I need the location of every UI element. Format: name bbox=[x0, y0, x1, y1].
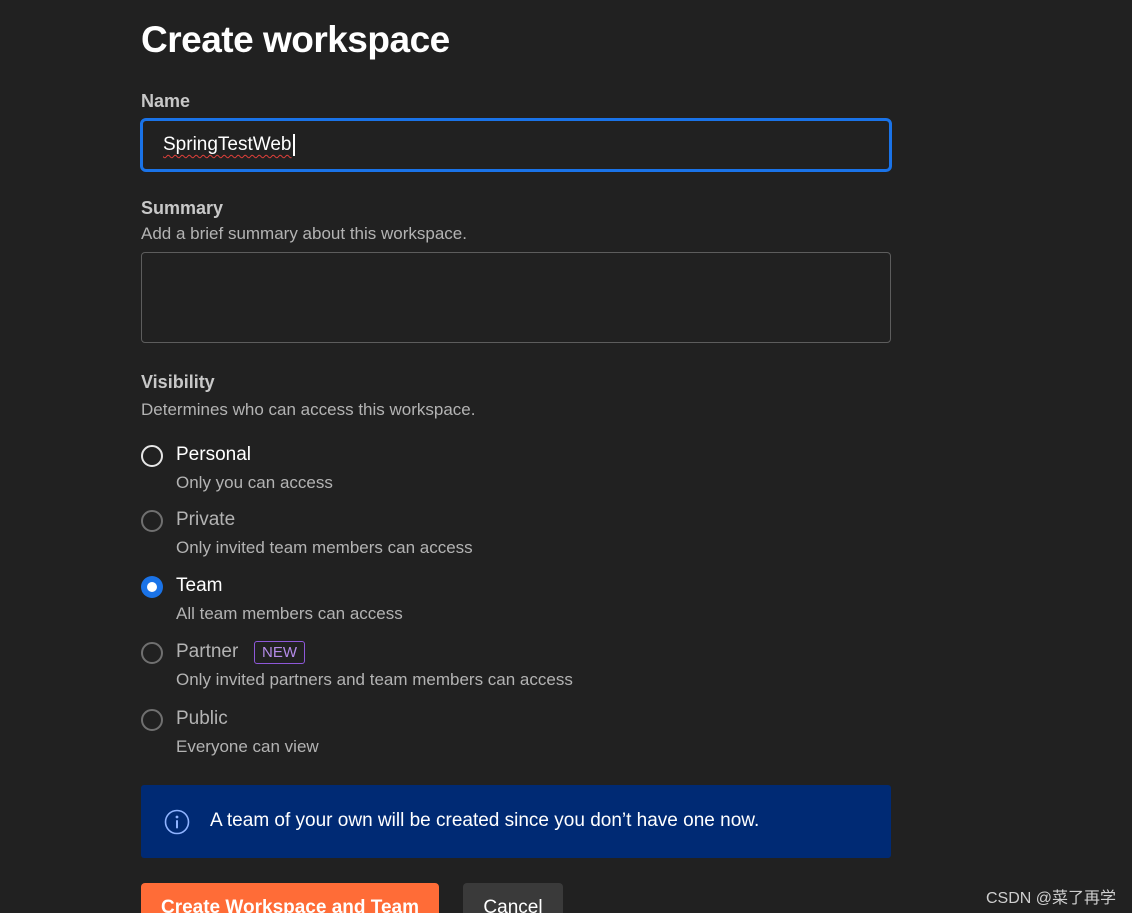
new-badge: NEW bbox=[254, 641, 305, 664]
radio-personal[interactable] bbox=[141, 445, 163, 467]
radio-partner[interactable] bbox=[141, 642, 163, 664]
option-description-public: Everyone can view bbox=[176, 737, 319, 756]
option-title-personal: Personal bbox=[176, 444, 251, 465]
visibility-option-partner[interactable]: Partner NEW Only invited partners and te… bbox=[141, 641, 841, 702]
create-workspace-and-team-button[interactable]: Create Workspace and Team bbox=[141, 883, 439, 913]
info-banner-text: A team of your own will be created since… bbox=[210, 810, 760, 831]
page-title: Create workspace bbox=[141, 19, 450, 60]
visibility-option-team[interactable]: Team All team members can access bbox=[141, 575, 841, 636]
visibility-option-personal[interactable]: Personal Only you can access bbox=[141, 444, 841, 505]
visibility-option-private[interactable]: Private Only invited team members can ac… bbox=[141, 509, 841, 570]
cancel-button[interactable]: Cancel bbox=[463, 883, 563, 913]
option-description-personal: Only you can access bbox=[176, 473, 333, 492]
info-icon bbox=[164, 809, 190, 835]
summary-textarea[interactable] bbox=[141, 252, 891, 343]
radio-team[interactable] bbox=[141, 576, 163, 598]
radio-checked-dot bbox=[147, 582, 157, 592]
watermark: CSDN @菜了再学 bbox=[985, 890, 1116, 907]
workspace-name-input[interactable]: SpringTestWeb bbox=[140, 118, 892, 172]
option-title-public: Public bbox=[176, 708, 228, 729]
option-title-team: Team bbox=[176, 575, 223, 596]
text-caret bbox=[292, 134, 295, 156]
visibility-label: Visibility bbox=[141, 372, 215, 392]
info-banner: A team of your own will be created since… bbox=[141, 785, 891, 858]
radio-private[interactable] bbox=[141, 510, 163, 532]
option-title-partner: Partner bbox=[176, 641, 239, 662]
option-title-private: Private bbox=[176, 509, 236, 530]
radio-public[interactable] bbox=[141, 709, 163, 731]
summary-hint: Add a brief summary about this workspace… bbox=[141, 224, 467, 243]
option-description-private: Only invited team members can access bbox=[176, 538, 473, 557]
visibility-option-public[interactable]: Public Everyone can view bbox=[141, 708, 841, 769]
name-label: Name bbox=[141, 91, 191, 111]
summary-label: Summary bbox=[141, 198, 224, 218]
workspace-name-value[interactable]: SpringTestWeb bbox=[163, 134, 292, 156]
option-description-team: All team members can access bbox=[176, 604, 403, 623]
create-workspace-page: Create workspace Name SpringTestWeb Summ… bbox=[0, 0, 1132, 913]
visibility-hint: Determines who can access this workspace… bbox=[141, 400, 476, 419]
option-description-partner: Only invited partners and team members c… bbox=[176, 670, 573, 689]
